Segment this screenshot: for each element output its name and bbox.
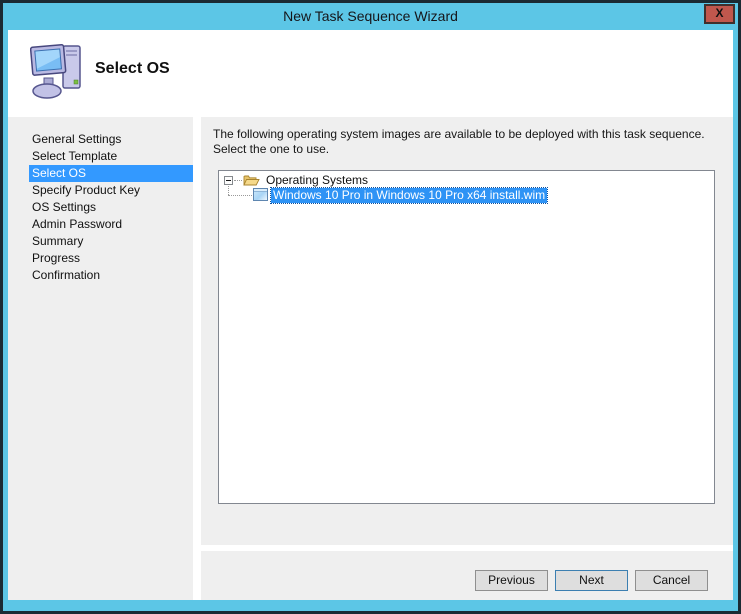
- sidebar-item-select-os[interactable]: Select OS: [29, 165, 193, 182]
- folder-open-icon: [243, 174, 260, 187]
- wizard-footer: Previous Next Cancel: [201, 551, 733, 600]
- sidebar-item-admin-password[interactable]: Admin Password: [29, 216, 193, 233]
- wizard-steps-sidebar: General Settings Select Template Select …: [8, 117, 193, 600]
- next-button[interactable]: Next: [555, 570, 628, 591]
- titlebar: New Task Sequence Wizard X: [3, 3, 738, 30]
- minus-glyph: [226, 180, 231, 181]
- wizard-window: New Task Sequence Wizard X: [3, 3, 738, 611]
- window-title: New Task Sequence Wizard: [3, 8, 738, 24]
- os-image-icon: [253, 188, 268, 201]
- sidebar-item-general-settings[interactable]: General Settings: [29, 131, 193, 148]
- close-icon[interactable]: X: [704, 4, 735, 24]
- previous-button[interactable]: Previous: [475, 570, 548, 591]
- tree-connector-line: [228, 195, 252, 196]
- sidebar-item-os-settings[interactable]: OS Settings: [29, 199, 193, 216]
- wizard-page-body: The following operating system images ar…: [201, 117, 733, 545]
- sidebar-item-summary[interactable]: Summary: [29, 233, 193, 250]
- tree-collapse-icon[interactable]: [224, 176, 233, 185]
- tree-connector-line: [228, 186, 229, 195]
- page-title: Select OS: [95, 60, 170, 78]
- sidebar-item-progress[interactable]: Progress: [29, 250, 193, 267]
- os-image-icon-titlebar: [254, 189, 267, 192]
- tree-node-os-image-selected[interactable]: Windows 10 Pro in Windows 10 Pro x64 ins…: [271, 188, 547, 203]
- wizard-step-list: General Settings Select Template Select …: [29, 131, 193, 284]
- cancel-button[interactable]: Cancel: [635, 570, 708, 591]
- sidebar-item-select-template[interactable]: Select Template: [29, 148, 193, 165]
- page-description: The following operating system images ar…: [213, 127, 717, 157]
- sidebar-item-confirmation[interactable]: Confirmation: [29, 267, 193, 284]
- os-image-tree[interactable]: Operating Systems Windows 10 Pro in Wind…: [218, 170, 715, 504]
- tree-node-operating-systems[interactable]: Operating Systems: [264, 173, 370, 188]
- sidebar-item-specify-product-key[interactable]: Specify Product Key: [29, 182, 193, 199]
- tree-connector-line: [234, 180, 242, 181]
- wizard-header: Select OS: [8, 30, 733, 117]
- computer-icon: [30, 40, 88, 102]
- client-area: Select OS General Settings Select Templa…: [8, 30, 733, 600]
